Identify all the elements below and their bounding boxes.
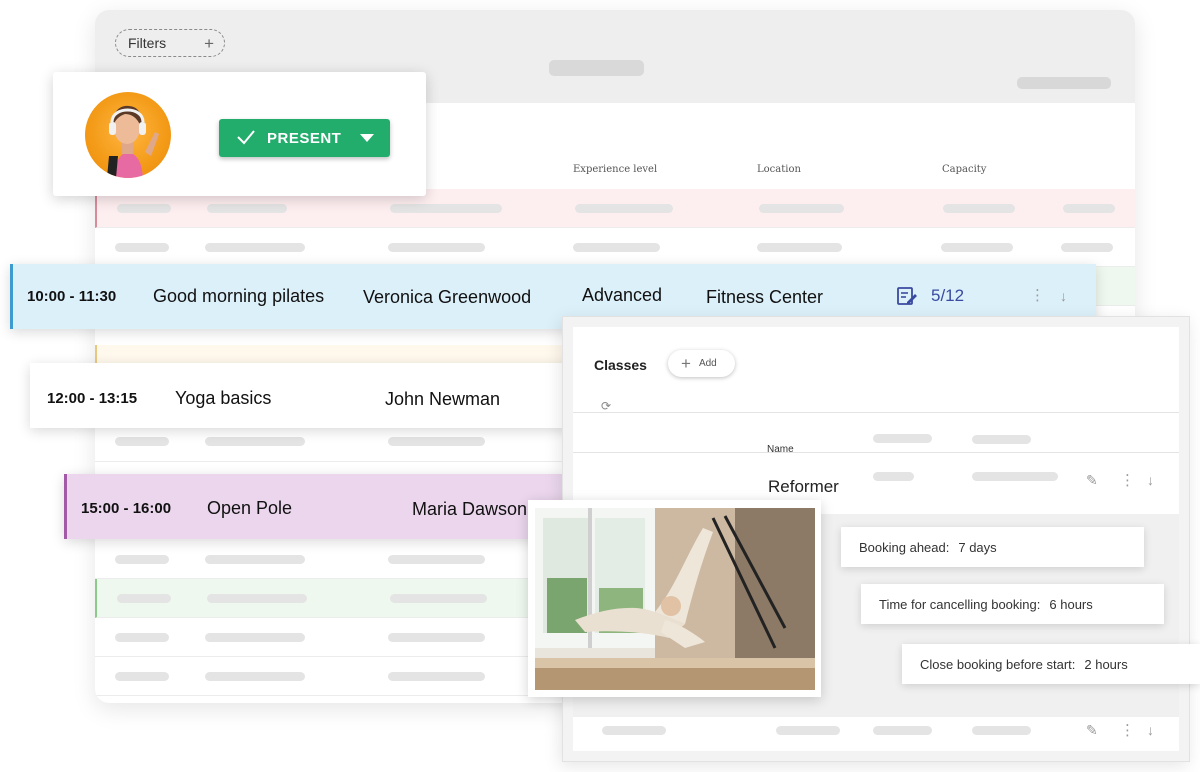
reformer-photo xyxy=(535,508,815,690)
attendance-status-dropdown[interactable]: PRESENT xyxy=(219,119,390,157)
divider xyxy=(573,412,1179,413)
divider xyxy=(573,452,1179,453)
booking-ahead-label: Booking ahead: xyxy=(859,539,950,555)
placeholder-cell xyxy=(873,726,932,735)
class-row-pole[interactable]: 15:00 - 16:00 Open Pole Maria Dawson xyxy=(64,474,564,539)
arrow-down-icon[interactable]: ↓ xyxy=(1060,289,1067,303)
avatar xyxy=(85,92,171,178)
plus-icon: + xyxy=(204,33,214,53)
notes-icon[interactable] xyxy=(896,286,918,311)
panel-title: Classes xyxy=(594,357,647,373)
class-photo-frame xyxy=(528,500,821,697)
close-booking-label: Close booking before start: xyxy=(920,656,1076,672)
booking-ahead-card: Booking ahead: 7 days xyxy=(841,527,1144,567)
class-name-cell: Reformer xyxy=(768,477,839,496)
class-time: 10:00 - 11:30 xyxy=(27,288,117,305)
booking-ahead-value: 7 days xyxy=(958,539,997,555)
placeholder-cell xyxy=(602,726,666,735)
table-row[interactable] xyxy=(95,228,1135,267)
refresh-icon[interactable]: ⟳ xyxy=(601,399,611,413)
pencil-icon[interactable]: ✎ xyxy=(1086,472,1098,489)
filters-label: Filters xyxy=(128,35,167,51)
filters-button[interactable]: Filters + xyxy=(115,29,225,57)
close-booking-card: Close booking before start: 2 hours xyxy=(902,644,1200,684)
class-instructor: Maria Dawson xyxy=(412,499,528,519)
column-header-experience: Experience level xyxy=(573,164,658,175)
column-header-capacity: Capacity xyxy=(942,164,987,175)
placeholder-title xyxy=(549,60,644,76)
class-name: Yoga basics xyxy=(175,388,272,408)
person-photo xyxy=(107,105,159,178)
column-header-name: Name xyxy=(767,444,794,455)
attendee-card: PRESENT xyxy=(53,72,426,196)
cancel-time-value: 6 hours xyxy=(1049,596,1093,612)
status-label: PRESENT xyxy=(267,130,342,147)
arrow-down-icon[interactable]: ↓ xyxy=(1147,473,1154,487)
kebab-icon[interactable]: ⋮ xyxy=(1030,288,1045,303)
class-instructor: John Newman xyxy=(385,389,501,409)
add-label: Add xyxy=(698,358,717,369)
capacity-count: 5/12 xyxy=(931,286,965,305)
placeholder-cell xyxy=(776,726,840,735)
class-level: Advanced xyxy=(582,285,663,305)
plus-icon: + xyxy=(681,354,691,373)
caret-down-icon[interactable] xyxy=(360,134,374,142)
arrow-down-icon[interactable]: ↓ xyxy=(1147,723,1154,737)
placeholder-action xyxy=(1017,77,1111,89)
pencil-icon[interactable]: ✎ xyxy=(1086,722,1098,739)
placeholder-cell xyxy=(972,726,1031,735)
kebab-icon[interactable]: ⋮ xyxy=(1120,473,1135,488)
class-instructor: Veronica Greenwood xyxy=(363,287,532,307)
class-name: Open Pole xyxy=(207,498,293,518)
cancel-time-card: Time for cancelling booking: 6 hours xyxy=(861,584,1164,624)
kebab-icon[interactable]: ⋮ xyxy=(1120,723,1135,738)
add-class-button[interactable]: + Add xyxy=(668,350,735,377)
class-time: 15:00 - 16:00 xyxy=(81,500,172,517)
close-booking-value: 2 hours xyxy=(1084,656,1128,672)
placeholder-cell xyxy=(873,472,914,481)
class-location: Fitness Center xyxy=(706,287,824,307)
check-icon xyxy=(236,128,256,151)
cancel-time-label: Time for cancelling booking: xyxy=(879,596,1041,612)
class-time: 12:00 - 13:15 xyxy=(47,390,138,407)
class-name: Good morning pilates xyxy=(153,286,325,306)
class-row-yoga[interactable]: 12:00 - 13:15 Yoga basics John Newman xyxy=(30,363,570,428)
placeholder-cell xyxy=(972,472,1058,481)
placeholder-header xyxy=(873,434,932,443)
column-header-location: Location xyxy=(757,164,801,175)
placeholder-header xyxy=(972,435,1031,444)
